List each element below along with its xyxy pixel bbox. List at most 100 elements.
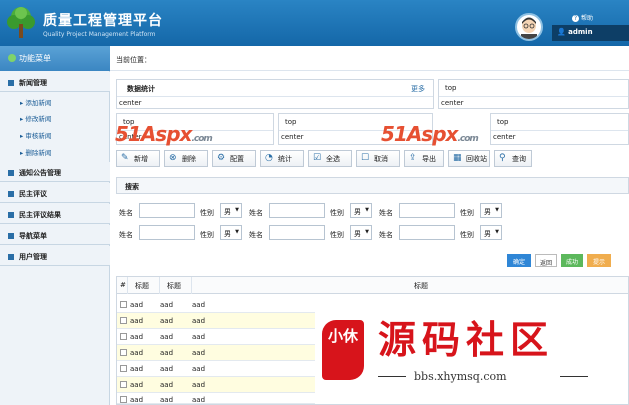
export-button[interactable]: ⇪ 导出 bbox=[404, 150, 444, 167]
name-input[interactable] bbox=[139, 225, 195, 240]
xhy-url: bbs.xhymsq.com bbox=[414, 370, 507, 383]
watermark-51aspx: 51Aspx.com bbox=[381, 122, 479, 146]
row-checkbox[interactable] bbox=[120, 349, 127, 356]
toolbar: ✎ 新增 ⊗ 删除 ⚙ 配置 ◔ 统计 ☑ 全选 ☐ 取消 ⇪ 导出 ▦ 回收站 ⚲ 查询 bbox=[116, 150, 629, 169]
group-expand-icon bbox=[8, 212, 14, 218]
table-row[interactable]: aad aad aad bbox=[117, 361, 315, 377]
sidebar-group-news[interactable]: 新闻管理 bbox=[0, 72, 110, 92]
gender-select[interactable]: 男 bbox=[220, 203, 242, 218]
delete-icon: ⊗ bbox=[169, 153, 177, 163]
sidebar-item-edit-news[interactable]: ▸ 修改新闻 bbox=[20, 113, 51, 123]
card-body: center bbox=[441, 99, 464, 107]
table-row[interactable]: aad aad aad bbox=[117, 392, 315, 404]
sidebar-item-delete-news[interactable]: ▸ 删除新闻 bbox=[20, 147, 51, 157]
export-icon: ⇪ bbox=[409, 153, 417, 163]
card-title: top bbox=[491, 114, 628, 131]
help-link[interactable]: ? 帮助 bbox=[572, 13, 593, 22]
gender-select[interactable]: 男 bbox=[220, 225, 242, 240]
column-header: # bbox=[120, 281, 126, 289]
card-body: center bbox=[119, 99, 142, 107]
card-body: center bbox=[493, 133, 516, 141]
name-input[interactable] bbox=[399, 203, 455, 218]
gender-select[interactable]: 男 bbox=[350, 225, 372, 240]
cancel-button[interactable]: ☐ 取消 bbox=[356, 150, 400, 167]
gender-select[interactable]: 男 bbox=[350, 203, 372, 218]
watermark-xhymsq: 小休 源码社区 bbs.xhymsq.com bbox=[322, 318, 602, 400]
pencil-icon: ✎ bbox=[121, 153, 129, 163]
search-panel-title: 搜索 bbox=[116, 177, 629, 194]
name-label: 姓名 bbox=[379, 231, 393, 239]
sidebar-group-notices[interactable]: 通知公告管理 bbox=[0, 162, 110, 182]
card-data-stats: 数据统计 更多 center bbox=[116, 79, 434, 109]
gender-label: 性别 bbox=[330, 231, 344, 239]
header-bar: 质量工程管理平台 Quality Project Management Plat… bbox=[0, 0, 629, 46]
sidebar-group-appraisal[interactable]: 民主评议 bbox=[0, 183, 110, 203]
config-button[interactable]: ⚙ 配置 bbox=[212, 150, 256, 167]
group-expand-icon bbox=[8, 80, 14, 86]
group-expand-icon bbox=[8, 191, 14, 197]
gear-icon: ⚙ bbox=[217, 153, 226, 163]
row-checkbox[interactable] bbox=[120, 301, 127, 308]
menu-title: 功能菜单 bbox=[0, 46, 110, 71]
column-divider bbox=[191, 277, 192, 294]
app-subtitle: Quality Project Management Platform bbox=[43, 31, 156, 38]
delete-button[interactable]: ⊗ 删除 bbox=[164, 150, 208, 167]
row-checkbox[interactable] bbox=[120, 396, 127, 403]
column-divider bbox=[159, 277, 160, 294]
recycle-bin-button[interactable]: ▦ 回收站 bbox=[448, 150, 490, 167]
avatar[interactable] bbox=[515, 13, 543, 41]
gender-label: 性别 bbox=[460, 231, 474, 239]
name-input[interactable] bbox=[269, 203, 325, 218]
table-row[interactable]: aad aad aad bbox=[117, 313, 315, 329]
row-checkbox[interactable] bbox=[120, 333, 127, 340]
sidebar: 功能菜单 新闻管理 ▸ 添加新闻 ▸ 修改新闻 ▸ 审核新闻 ▸ 删除新闻 通知… bbox=[0, 46, 110, 405]
card-title: 数据统计 bbox=[127, 85, 155, 93]
sidebar-item-add-news[interactable]: ▸ 添加新闻 bbox=[20, 97, 51, 107]
more-link[interactable]: 更多 bbox=[411, 84, 425, 94]
sidebar-group-users[interactable]: 用户管理 bbox=[0, 246, 110, 266]
empty-box-icon: ☐ bbox=[361, 153, 370, 163]
row-checkbox[interactable] bbox=[120, 365, 127, 372]
gender-label: 性别 bbox=[200, 209, 214, 217]
group-expand-icon bbox=[8, 254, 14, 260]
success-button[interactable]: 成功 bbox=[561, 254, 583, 267]
sidebar-item-review-news[interactable]: ▸ 审核新闻 bbox=[20, 130, 51, 140]
sidebar-group-appraisal-results[interactable]: 民主评议结果 bbox=[0, 204, 110, 224]
select-all-button[interactable]: ☑ 全选 bbox=[308, 150, 352, 167]
breadcrumb: 当前位置： bbox=[116, 56, 151, 64]
user-face-icon bbox=[521, 17, 537, 39]
table-row[interactable]: aad aad aad bbox=[117, 297, 315, 313]
row-checkbox[interactable] bbox=[120, 317, 127, 324]
name-input[interactable] bbox=[269, 225, 325, 240]
user-badge[interactable]: 👤 admin bbox=[552, 25, 629, 41]
stats-button[interactable]: ◔ 统计 bbox=[260, 150, 304, 167]
tree-logo-icon bbox=[7, 7, 35, 38]
name-input[interactable] bbox=[139, 203, 195, 218]
back-button[interactable]: 返回 bbox=[535, 254, 557, 267]
group-expand-icon bbox=[8, 170, 14, 176]
menu-leaf-icon bbox=[8, 54, 16, 62]
sidebar-group-nav-menu[interactable]: 导航菜单 bbox=[0, 225, 110, 245]
add-button[interactable]: ✎ 新增 bbox=[116, 150, 160, 167]
gender-select[interactable]: 男 bbox=[480, 225, 502, 240]
name-input[interactable] bbox=[399, 225, 455, 240]
search-icon: ⚲ bbox=[499, 153, 506, 163]
checkbox-icon: ☑ bbox=[313, 153, 322, 163]
gender-select[interactable]: 男 bbox=[480, 203, 502, 218]
table-row[interactable]: aad aad aad bbox=[117, 345, 315, 361]
table-row[interactable]: aad aad aad bbox=[117, 329, 315, 345]
card-title: top bbox=[439, 80, 628, 97]
divider bbox=[110, 70, 629, 71]
card-top-1: top center bbox=[438, 79, 629, 109]
warning-button[interactable]: 提示 bbox=[587, 254, 611, 267]
name-label: 姓名 bbox=[119, 209, 133, 217]
name-label: 姓名 bbox=[119, 231, 133, 239]
confirm-button[interactable]: 确定 bbox=[507, 254, 531, 267]
gender-label: 性别 bbox=[460, 209, 474, 217]
name-label: 姓名 bbox=[249, 209, 263, 217]
user-icon: 👤 bbox=[557, 28, 566, 36]
app-title: 质量工程管理平台 bbox=[43, 13, 163, 29]
query-button[interactable]: ⚲ 查询 bbox=[494, 150, 532, 167]
table-row[interactable]: aad aad aad bbox=[117, 377, 315, 393]
row-checkbox[interactable] bbox=[120, 381, 127, 388]
